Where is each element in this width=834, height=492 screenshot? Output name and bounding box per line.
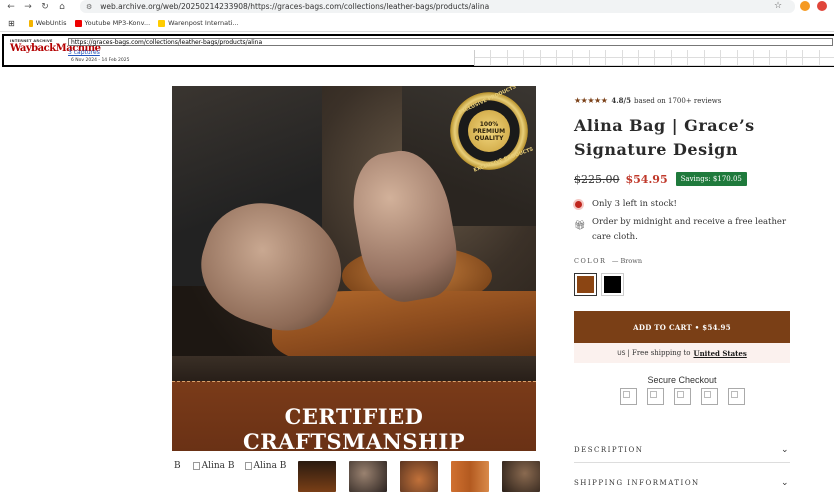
bookmark-label: Warenpost Internati... [168, 19, 239, 27]
thumbnail-alt-text: B [174, 461, 181, 471]
thumbnail[interactable] [451, 461, 490, 492]
wayback-logo[interactable]: INTERNET ARCHIVE WaybackMachine [10, 39, 101, 61]
shipping-notice: US | Free shipping to United States [574, 343, 790, 363]
profile-avatar[interactable] [817, 1, 827, 11]
thumbnail[interactable] [349, 461, 388, 492]
broken-image-icon [192, 462, 200, 470]
gift-icon: 🎁︎ [574, 221, 586, 231]
youtube-icon [74, 19, 82, 27]
site-info-icon[interactable]: ⚙ [86, 3, 92, 11]
payment-icons [574, 388, 790, 405]
secure-checkout-label: Secure Checkout [647, 375, 717, 385]
thumbnail-broken[interactable]: Alina B [192, 461, 235, 471]
thumbnail-alt-text: Alina B [253, 461, 287, 471]
chevron-down-icon: ⌄ [780, 444, 790, 455]
bookmark-webuntis[interactable]: WebUntis [28, 19, 67, 27]
browser-chrome: ← → ↻ ⌂ ⚙ web.archive.org/web/2025021423… [0, 0, 834, 33]
order-promo-text: Order by midnight and receive a free lea… [592, 217, 787, 242]
wayback-logo-main: WaybackMachine [10, 43, 101, 54]
wayback-toolbar: INTERNET ARCHIVE WaybackMachine https://… [2, 34, 834, 67]
rating-stars-icon: ★★★★★ [574, 96, 608, 105]
order-promo: 🎁︎ Order by midnight and receive a free … [574, 215, 790, 245]
payment-icon [619, 388, 637, 405]
thumbnail-broken[interactable]: B [174, 461, 181, 471]
color-label-text: COLOR [574, 257, 607, 265]
broken-image-icon [244, 462, 252, 470]
swatch-fill [604, 276, 621, 293]
swatch-black[interactable] [601, 273, 624, 296]
bookmark-youtube[interactable]: Youtube MP3-Konv... [74, 19, 151, 27]
product-title: Alina Bag | Grace’s Signature Design [574, 114, 790, 162]
capture-dates: 6 Nov 2024 - 14 Feb 2025 [71, 58, 130, 63]
address-bar[interactable]: ⚙ web.archive.org/web/20250214233908/htt… [80, 0, 795, 13]
color-label: COLOR — Brown [574, 257, 790, 265]
country-code: US [617, 349, 626, 357]
thumbnail-alt-text: Alina B [201, 461, 235, 471]
bookmark-star-icon[interactable]: ☆ [774, 1, 782, 11]
accordion-title: SHIPPING INFORMATION [574, 479, 700, 487]
bookmark-favicon-icon [28, 19, 33, 27]
color-swatches [574, 273, 790, 296]
bookmark-label: WebUntis [35, 19, 67, 27]
rating[interactable]: ★★★★★ 4.8/5 based on 1700+ reviews [574, 96, 790, 105]
chevron-down-icon: ⌄ [780, 478, 790, 488]
badge-line: 100% [479, 120, 499, 128]
stock-notice: Only 3 left in stock! [574, 199, 790, 209]
color-value: — Brown [611, 257, 643, 265]
thumbnail[interactable] [502, 461, 541, 492]
thumbnail[interactable] [400, 461, 439, 492]
accordion-title: DESCRIPTION [574, 445, 644, 454]
captures-link[interactable]: 3 captures [68, 49, 100, 56]
extension-icon[interactable] [800, 1, 810, 11]
badge-line: PREMIUM [472, 127, 506, 135]
wayback-url-input[interactable]: https://graces-bags.com/collections/leat… [68, 38, 833, 46]
title-line: Signature Design [574, 140, 738, 159]
reload-icon[interactable]: ↻ [39, 1, 51, 13]
rating-value: 4.8/5 [611, 96, 631, 105]
payment-icon [673, 388, 691, 405]
stock-text: Only 3 left in stock! [592, 199, 677, 209]
low-stock-dot-icon [575, 200, 582, 208]
compare-price: $225.00 [574, 172, 620, 186]
price-row: $225.00 $54.95 Savings: $170.05 [574, 172, 790, 186]
dhl-icon [158, 19, 166, 27]
payment-icon [646, 388, 664, 405]
swatch-brown[interactable] [574, 273, 597, 296]
address-text: web.archive.org/web/20250214233908/https… [100, 2, 490, 11]
add-to-cart-button[interactable]: ADD TO CART • $54.95 [574, 311, 790, 343]
apps-grid-icon[interactable]: ⊞ [8, 19, 15, 28]
bookmark-warenpost[interactable]: Warenpost Internati... [158, 19, 239, 27]
back-icon[interactable]: ← [5, 1, 17, 13]
product-info: ★★★★★ 4.8/5 based on 1700+ reviews Alina… [574, 96, 790, 405]
shipping-text: | Free shipping to [627, 349, 691, 357]
bookmarks-bar: ⊞ WebUntis Youtube MP3-Konv... Warenpost… [0, 15, 834, 32]
capture-calendar[interactable] [474, 50, 834, 66]
product-main-image[interactable]: EXCLUSIVE PRODUCTS 100% PREMIUM QUALITY … [172, 86, 536, 451]
shipping-country-link[interactable]: United States [693, 349, 746, 358]
payment-icon [700, 388, 718, 405]
thumbnail-strip: B Alina B Alina B [172, 461, 542, 492]
badge-line: QUALITY [474, 134, 504, 142]
banner-text: CERTIFIED CRAFTSMANSHIP [242, 404, 466, 451]
home-icon[interactable]: ⌂ [56, 1, 68, 13]
description-accordion[interactable]: DESCRIPTION ⌄ [574, 437, 790, 463]
payment-icon [727, 388, 745, 405]
shipping-accordion[interactable]: SHIPPING INFORMATION ⌄ [574, 470, 790, 492]
swatch-fill [577, 276, 594, 293]
thumbnail-broken[interactable]: Alina B [244, 461, 287, 471]
savings-badge: Savings: $170.05 [675, 172, 747, 186]
rating-text: based on 1700+ reviews [633, 96, 722, 105]
forward-icon[interactable]: → [22, 1, 34, 13]
bookmark-label: Youtube MP3-Konv... [84, 19, 151, 27]
badge-center: 100% PREMIUM QUALITY [468, 110, 510, 152]
title-line: Alina Bag | Grace’s [574, 116, 755, 135]
sale-price: $54.95 [625, 172, 668, 186]
thumbnail[interactable] [298, 461, 337, 492]
